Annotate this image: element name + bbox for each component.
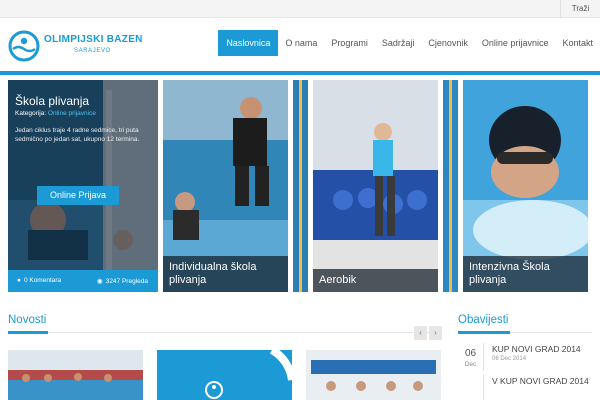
category-label: Kategorija: <box>15 110 47 117</box>
featured-title[interactable]: Škola plivanja <box>15 94 89 108</box>
notices-heading: Obavijesti <box>458 314 509 326</box>
logo-icon <box>8 30 40 62</box>
logo-placeholder-icon <box>205 350 292 399</box>
featured-meta-bar: ● 0 Komentara ◉ 3247 Pregleda <box>8 270 158 292</box>
views-count: ◉ 3247 Pregleda <box>97 277 148 285</box>
notice-title[interactable]: V KUP NOVI GRAD 2014 <box>492 376 589 386</box>
nav-item-programi[interactable]: Programi <box>324 30 375 56</box>
nav-item-cjenovnik[interactable]: Cjenovnik <box>421 30 475 56</box>
notice-title[interactable]: KUP NOVI GRAD 2014 <box>492 344 581 354</box>
logo-title: OLIMPIJSKI BAZEN <box>44 34 143 45</box>
nav-item-online-prijavnice[interactable]: Online prijavnice <box>475 30 556 56</box>
category-link[interactable]: Online prijavnice <box>48 110 96 117</box>
notice-month: Dec <box>464 361 477 368</box>
pool-lane-photo <box>293 80 308 292</box>
nav-item-kontakt[interactable]: Kontakt <box>555 30 600 56</box>
notice-day: 06 <box>464 348 477 359</box>
nav-item-sadrzaji[interactable]: Sadržaji <box>375 30 422 56</box>
pool-lane-photo <box>443 80 458 292</box>
news-thumb[interactable] <box>306 350 441 400</box>
next-button[interactable]: › <box>429 326 442 340</box>
news-carousel-controls: ‹ › <box>414 326 442 340</box>
panel-caption[interactable]: Individualna škola plivanja <box>163 256 288 292</box>
news-heading-underline <box>8 331 48 334</box>
comments-label: 0 Komentara <box>23 277 62 284</box>
top-bar: Traži <box>0 0 600 18</box>
news-thumb[interactable] <box>157 350 292 400</box>
pool-competition-photo <box>8 350 143 400</box>
nav-underline <box>0 71 600 75</box>
panel-aerobik[interactable]: Aerobik <box>313 80 438 292</box>
notice-date: 06 Dec 2014 <box>492 356 527 362</box>
nav-item-naslovnica[interactable]: Naslovnica <box>218 30 279 56</box>
panel-sliver <box>293 80 308 292</box>
nav-item-o-nama[interactable]: O nama <box>278 30 324 56</box>
aerobics-class-photo <box>313 80 438 292</box>
online-prijava-button[interactable]: Online Prijava <box>37 186 119 205</box>
panel-individualna[interactable]: Individualna škola plivanja <box>163 80 288 292</box>
logo-subtitle: SARAJEVO <box>74 48 111 54</box>
featured-category: Kategorija: Online prijavnice <box>15 110 96 117</box>
prev-button[interactable]: ‹ <box>414 326 427 340</box>
notice-date-box <box>458 375 484 400</box>
featured-description: Jedan ciklus traje 4 radne sedmice, tri … <box>15 127 140 143</box>
meeting-photo <box>306 350 441 400</box>
featured-panel[interactable]: Škola plivanja Kategorija: Online prijav… <box>8 80 158 292</box>
notice-item[interactable]: 06 Dec KUP NOVI GRAD 2014 06 Dec 2014 <box>458 343 600 373</box>
comments-count[interactable]: ● 0 Komentara <box>17 277 61 284</box>
eye-icon: ◉ <box>97 278 103 285</box>
panel-sliver <box>443 80 458 292</box>
main-nav: Naslovnica O nama Programi Sadržaji Cjen… <box>218 30 600 56</box>
panel-caption[interactable]: Intenzivna Škola plivanja <box>463 256 588 292</box>
notice-date-box: 06 Dec <box>458 343 484 371</box>
notices-heading-underline <box>458 331 510 334</box>
news-heading: Novosti <box>8 314 47 326</box>
panel-caption[interactable]: Aerobik <box>313 269 438 292</box>
panel-intenzivna[interactable]: Intenzivna Škola plivanja <box>463 80 588 292</box>
views-label: 3247 Pregleda <box>105 278 148 285</box>
news-divider <box>8 332 442 333</box>
header: OLIMPIJSKI BAZEN SARAJEVO Naslovnica O n… <box>0 18 600 70</box>
hero-slider: Škola plivanja Kategorija: Online prijav… <box>0 80 600 292</box>
comment-icon: ● <box>17 277 21 284</box>
search-link[interactable]: Traži <box>560 0 600 18</box>
news-thumb[interactable] <box>8 350 143 400</box>
notice-item[interactable]: V KUP NOVI GRAD 2014 <box>458 375 600 400</box>
site-logo[interactable]: OLIMPIJSKI BAZEN SARAJEVO <box>8 30 148 62</box>
